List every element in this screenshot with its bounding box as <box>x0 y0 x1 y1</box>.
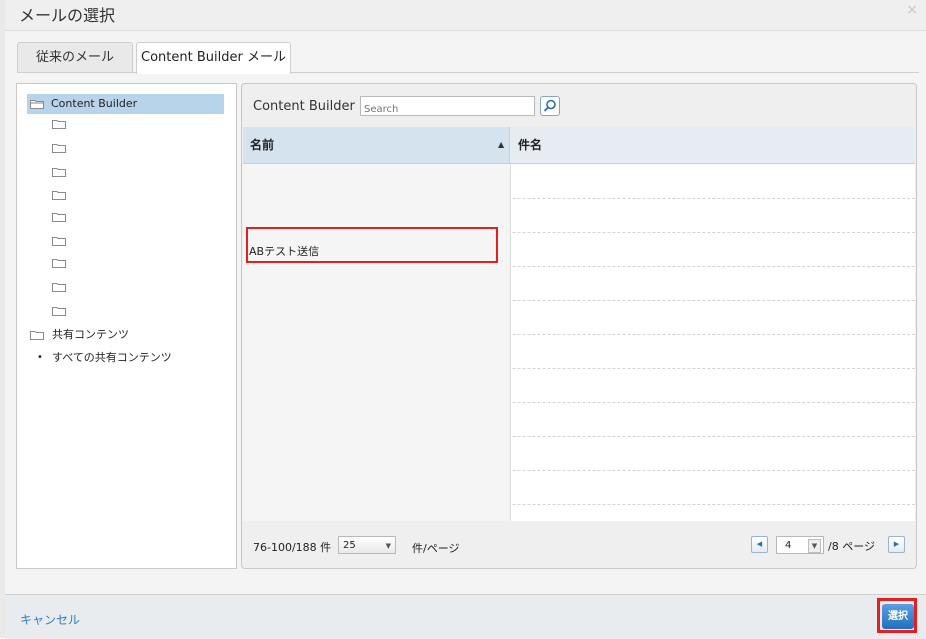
tree-item-label: Content Builder <box>51 97 138 110</box>
name-cell <box>243 164 511 198</box>
previous-page-button[interactable]: ◀ <box>751 536 768 553</box>
tree-item-folder[interactable] <box>52 253 82 273</box>
name-cell <box>243 402 511 436</box>
tree-item-folder[interactable] <box>52 162 82 182</box>
column-header-subject[interactable]: 件名 <box>511 127 915 163</box>
folder-icon <box>52 120 66 129</box>
record-range: 76-100/188 件 <box>253 541 332 554</box>
folder-icon <box>52 144 66 153</box>
column-header-label: 名前 <box>250 138 275 152</box>
tree-item-folder[interactable] <box>52 185 82 205</box>
tree-item-folder[interactable] <box>52 114 82 134</box>
tree-item-all-shared-content[interactable]: • すべての共有コンテンツ <box>17 348 217 368</box>
tree-item-folder[interactable] <box>52 207 82 227</box>
tab-content-builder-email[interactable]: Content Builder メール <box>136 42 291 74</box>
folder-icon <box>52 259 66 268</box>
highlight-box <box>246 227 498 263</box>
search-input[interactable] <box>361 101 535 118</box>
folder-icon <box>52 237 66 246</box>
tree-item-folder[interactable] <box>52 277 82 297</box>
column-header-label: 件名 <box>518 138 543 152</box>
name-cell <box>243 368 511 402</box>
dialog-footer: キャンセル 選択 <box>5 594 926 639</box>
tab-classic-email[interactable]: 従来のメール <box>17 42 133 72</box>
name-cell <box>243 334 511 368</box>
table-row[interactable] <box>243 402 915 437</box>
email-grid: 名前 ▲ 件名 ABテスト送信 <box>243 127 915 521</box>
next-page-button[interactable]: ▶ <box>888 536 905 553</box>
column-header-name[interactable]: 名前 ▲ <box>243 127 510 163</box>
cancel-button[interactable]: キャンセル <box>20 611 80 628</box>
table-row[interactable] <box>243 334 915 369</box>
per-page-value: 25 <box>343 540 356 551</box>
tree-item-shared-content[interactable]: 共有コンテンツ <box>30 325 210 345</box>
search-icon <box>543 99 556 112</box>
tree-item-content-builder[interactable]: Content Builder <box>27 94 224 114</box>
chevron-down-icon: ▼ <box>385 542 391 550</box>
folder-icon <box>52 191 66 200</box>
table-row[interactable] <box>243 436 915 471</box>
tree-item-folder[interactable] <box>52 301 82 321</box>
grid-header: 名前 ▲ 件名 <box>243 127 915 164</box>
table-row[interactable] <box>243 164 915 199</box>
dialog-title-bar: メールの選択 × <box>5 0 926 31</box>
select-email-dialog: メールの選択 × 従来のメール Content Builder メール Cont… <box>5 0 926 639</box>
folder-icon <box>52 168 66 177</box>
name-cell <box>243 266 511 300</box>
pagination-bar: 76-100/188 件 25 ▼ 件/ページ ◀ 4 ▼ /8 ページ ▶ <box>242 521 916 568</box>
folder-icon <box>52 213 66 222</box>
sort-ascending-icon: ▲ <box>498 140 505 149</box>
search-button[interactable] <box>540 96 560 116</box>
table-row[interactable] <box>243 504 915 521</box>
folder-icon <box>52 307 66 316</box>
folder-icon <box>52 283 66 292</box>
tree-item-label: すべての共有コンテンツ <box>52 351 172 364</box>
list-title: Content Builder <box>253 99 355 114</box>
folder-open-icon <box>30 100 44 109</box>
search-field <box>360 96 535 118</box>
folder-icon <box>30 331 44 340</box>
chevron-right-icon: ▶ <box>893 540 900 548</box>
table-row[interactable] <box>243 368 915 403</box>
name-cell <box>243 300 511 334</box>
name-cell <box>243 436 511 470</box>
page-total: /8 ページ <box>828 540 875 553</box>
tree-item-label: 共有コンテンツ <box>52 328 129 341</box>
chevron-down-icon: ▼ <box>808 539 821 553</box>
folder-tree-panel: Content Builder 共有コンテンツ • すべての共有コンテンツ <box>16 83 237 569</box>
table-row[interactable] <box>243 470 915 505</box>
close-icon[interactable]: × <box>906 2 918 18</box>
table-row[interactable] <box>243 266 915 301</box>
per-page-select[interactable]: 25 ▼ <box>338 536 396 554</box>
bullet-icon: • <box>37 352 43 363</box>
name-cell <box>243 470 511 504</box>
page-number-select[interactable]: 4 ▼ <box>776 536 824 554</box>
per-page-label: 件/ページ <box>412 542 460 555</box>
email-list-panel: Content Builder 名前 ▲ 件名 ABテスト送信 <box>241 83 917 569</box>
name-cell <box>243 504 511 521</box>
tree-item-folder[interactable] <box>52 231 82 251</box>
highlight-box <box>877 598 917 633</box>
chevron-left-icon: ◀ <box>756 540 763 548</box>
tree-item-folder[interactable] <box>52 138 82 158</box>
table-row[interactable] <box>243 300 915 335</box>
current-page: 4 <box>785 540 792 551</box>
dialog-title: メールの選択 <box>19 6 116 25</box>
